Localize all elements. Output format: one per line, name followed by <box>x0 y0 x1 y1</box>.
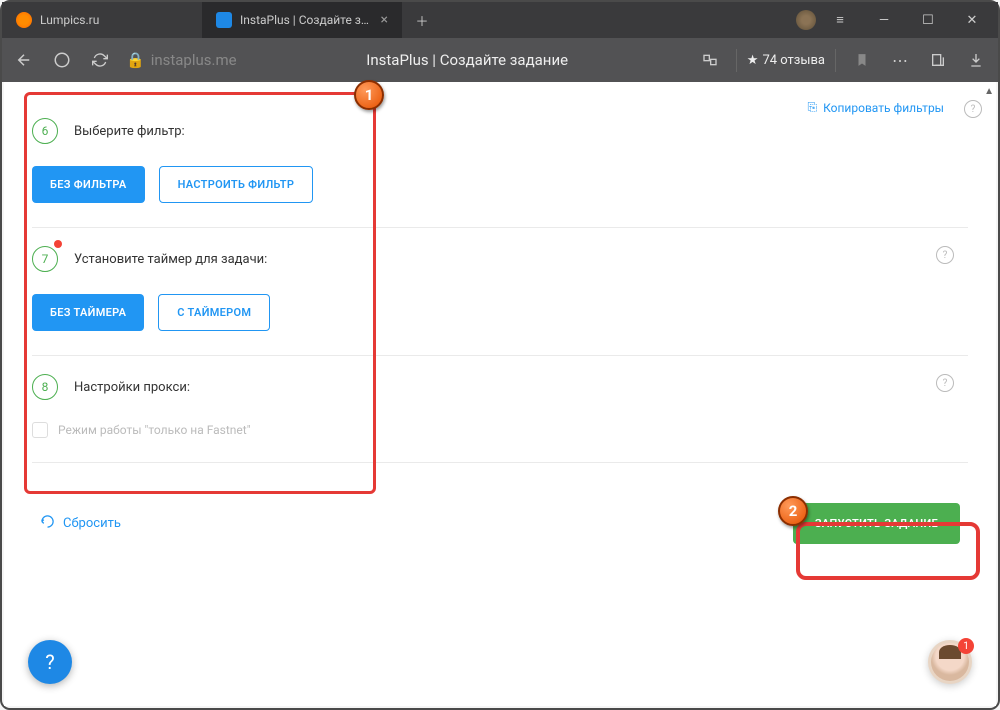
floating-help-button[interactable]: ? <box>28 640 72 684</box>
section-filter: 6 Выберите фильтр: БЕЗ ФИЛЬТРА НАСТРОИТЬ… <box>32 100 968 228</box>
step-number: 7 <box>32 246 58 272</box>
favicon-icon <box>216 12 232 28</box>
step-number: 6 <box>32 118 58 144</box>
page-title: InstaPlus | Создайте задание <box>251 51 684 69</box>
minimize-button[interactable]: — <box>864 2 904 38</box>
floating-chat-button[interactable]: 1 <box>928 640 972 684</box>
step-title: Настройки прокси: <box>74 380 190 395</box>
no-filter-button[interactable]: БЕЗ ФИЛЬТРА <box>32 166 145 203</box>
notification-badge: 1 <box>958 638 974 654</box>
section-timer: ? 7 Установите таймер для задачи: БЕЗ ТА… <box>32 228 968 356</box>
action-row: Сбросить ЗАПУСТИТЬ ЗАДАНИЕ <box>32 463 968 544</box>
address-bar: 🔒 instaplus.me InstaPlus | Создайте зада… <box>2 38 998 82</box>
scroll-up-icon[interactable]: ▲ <box>984 86 994 97</box>
alert-dot-icon <box>54 240 62 248</box>
reviews-text: 74 отзыва <box>762 53 825 68</box>
tab-title: InstaPlus | Создайте зад <box>240 13 373 27</box>
menu-icon[interactable]: ≡ <box>820 2 860 38</box>
download-icon[interactable] <box>964 48 988 72</box>
lock-icon: 🔒 <box>126 51 145 69</box>
page-content: ⎘ Копировать фильтры ? 6 Выберите фильтр… <box>4 82 996 706</box>
annotation-marker-2: 2 <box>778 496 808 526</box>
annotation-marker-1: 1 <box>354 80 384 110</box>
favicon-icon <box>16 12 32 28</box>
new-tab-button[interactable]: ＋ <box>408 6 436 34</box>
yandex-icon[interactable] <box>50 48 74 72</box>
star-icon: ★ <box>747 53 759 68</box>
reload-button[interactable] <box>88 48 112 72</box>
tab-title: Lumpics.ru <box>40 13 188 27</box>
no-timer-button[interactable]: БЕЗ ТАЙМЕРА <box>32 294 144 331</box>
reset-link[interactable]: Сбросить <box>40 514 121 533</box>
tab-lumpics[interactable]: Lumpics.ru <box>2 2 202 38</box>
url-text: instaplus.me <box>151 51 237 69</box>
reset-text: Сбросить <box>63 516 121 531</box>
reviews-badge[interactable]: ★ 74 отзыва <box>736 49 836 72</box>
fastnet-checkbox-row[interactable]: Режим работы "только на Fastnet" <box>32 422 968 438</box>
tab-instaplus[interactable]: InstaPlus | Создайте зад × <box>202 2 402 38</box>
translate-icon[interactable] <box>698 48 722 72</box>
configure-filter-button[interactable]: НАСТРОИТЬ ФИЛЬТР <box>159 166 314 203</box>
step-title: Установите таймер для задачи: <box>74 252 267 267</box>
url-display[interactable]: 🔒 instaplus.me <box>126 51 237 69</box>
checkbox-label: Режим работы "только на Fastnet" <box>58 423 251 437</box>
scroll-container[interactable]: ⎘ Копировать фильтры ? 6 Выберите фильтр… <box>4 82 996 706</box>
section-proxy: ? 8 Настройки прокси: Режим работы "толь… <box>32 356 968 463</box>
bookmark-icon[interactable] <box>850 48 874 72</box>
step-number: 8 <box>32 374 58 400</box>
refresh-icon <box>40 514 55 533</box>
browser-titlebar: Lumpics.ru InstaPlus | Создайте зад × ＋ … <box>2 2 998 38</box>
checkbox-icon[interactable] <box>32 422 48 438</box>
launch-task-button[interactable]: ЗАПУСТИТЬ ЗАДАНИЕ <box>793 503 960 544</box>
step-title: Выберите фильтр: <box>74 124 185 139</box>
question-icon: ? <box>45 650 54 674</box>
back-button[interactable] <box>12 48 36 72</box>
with-timer-button[interactable]: С ТАЙМЕРОМ <box>158 294 270 331</box>
close-window-button[interactable]: ✕ <box>952 2 992 38</box>
extension-icon[interactable] <box>796 10 816 30</box>
more-icon[interactable]: ⋯ <box>888 48 912 72</box>
collections-icon[interactable] <box>926 48 950 72</box>
close-icon[interactable]: × <box>381 12 388 28</box>
maximize-button[interactable]: ☐ <box>908 2 948 38</box>
